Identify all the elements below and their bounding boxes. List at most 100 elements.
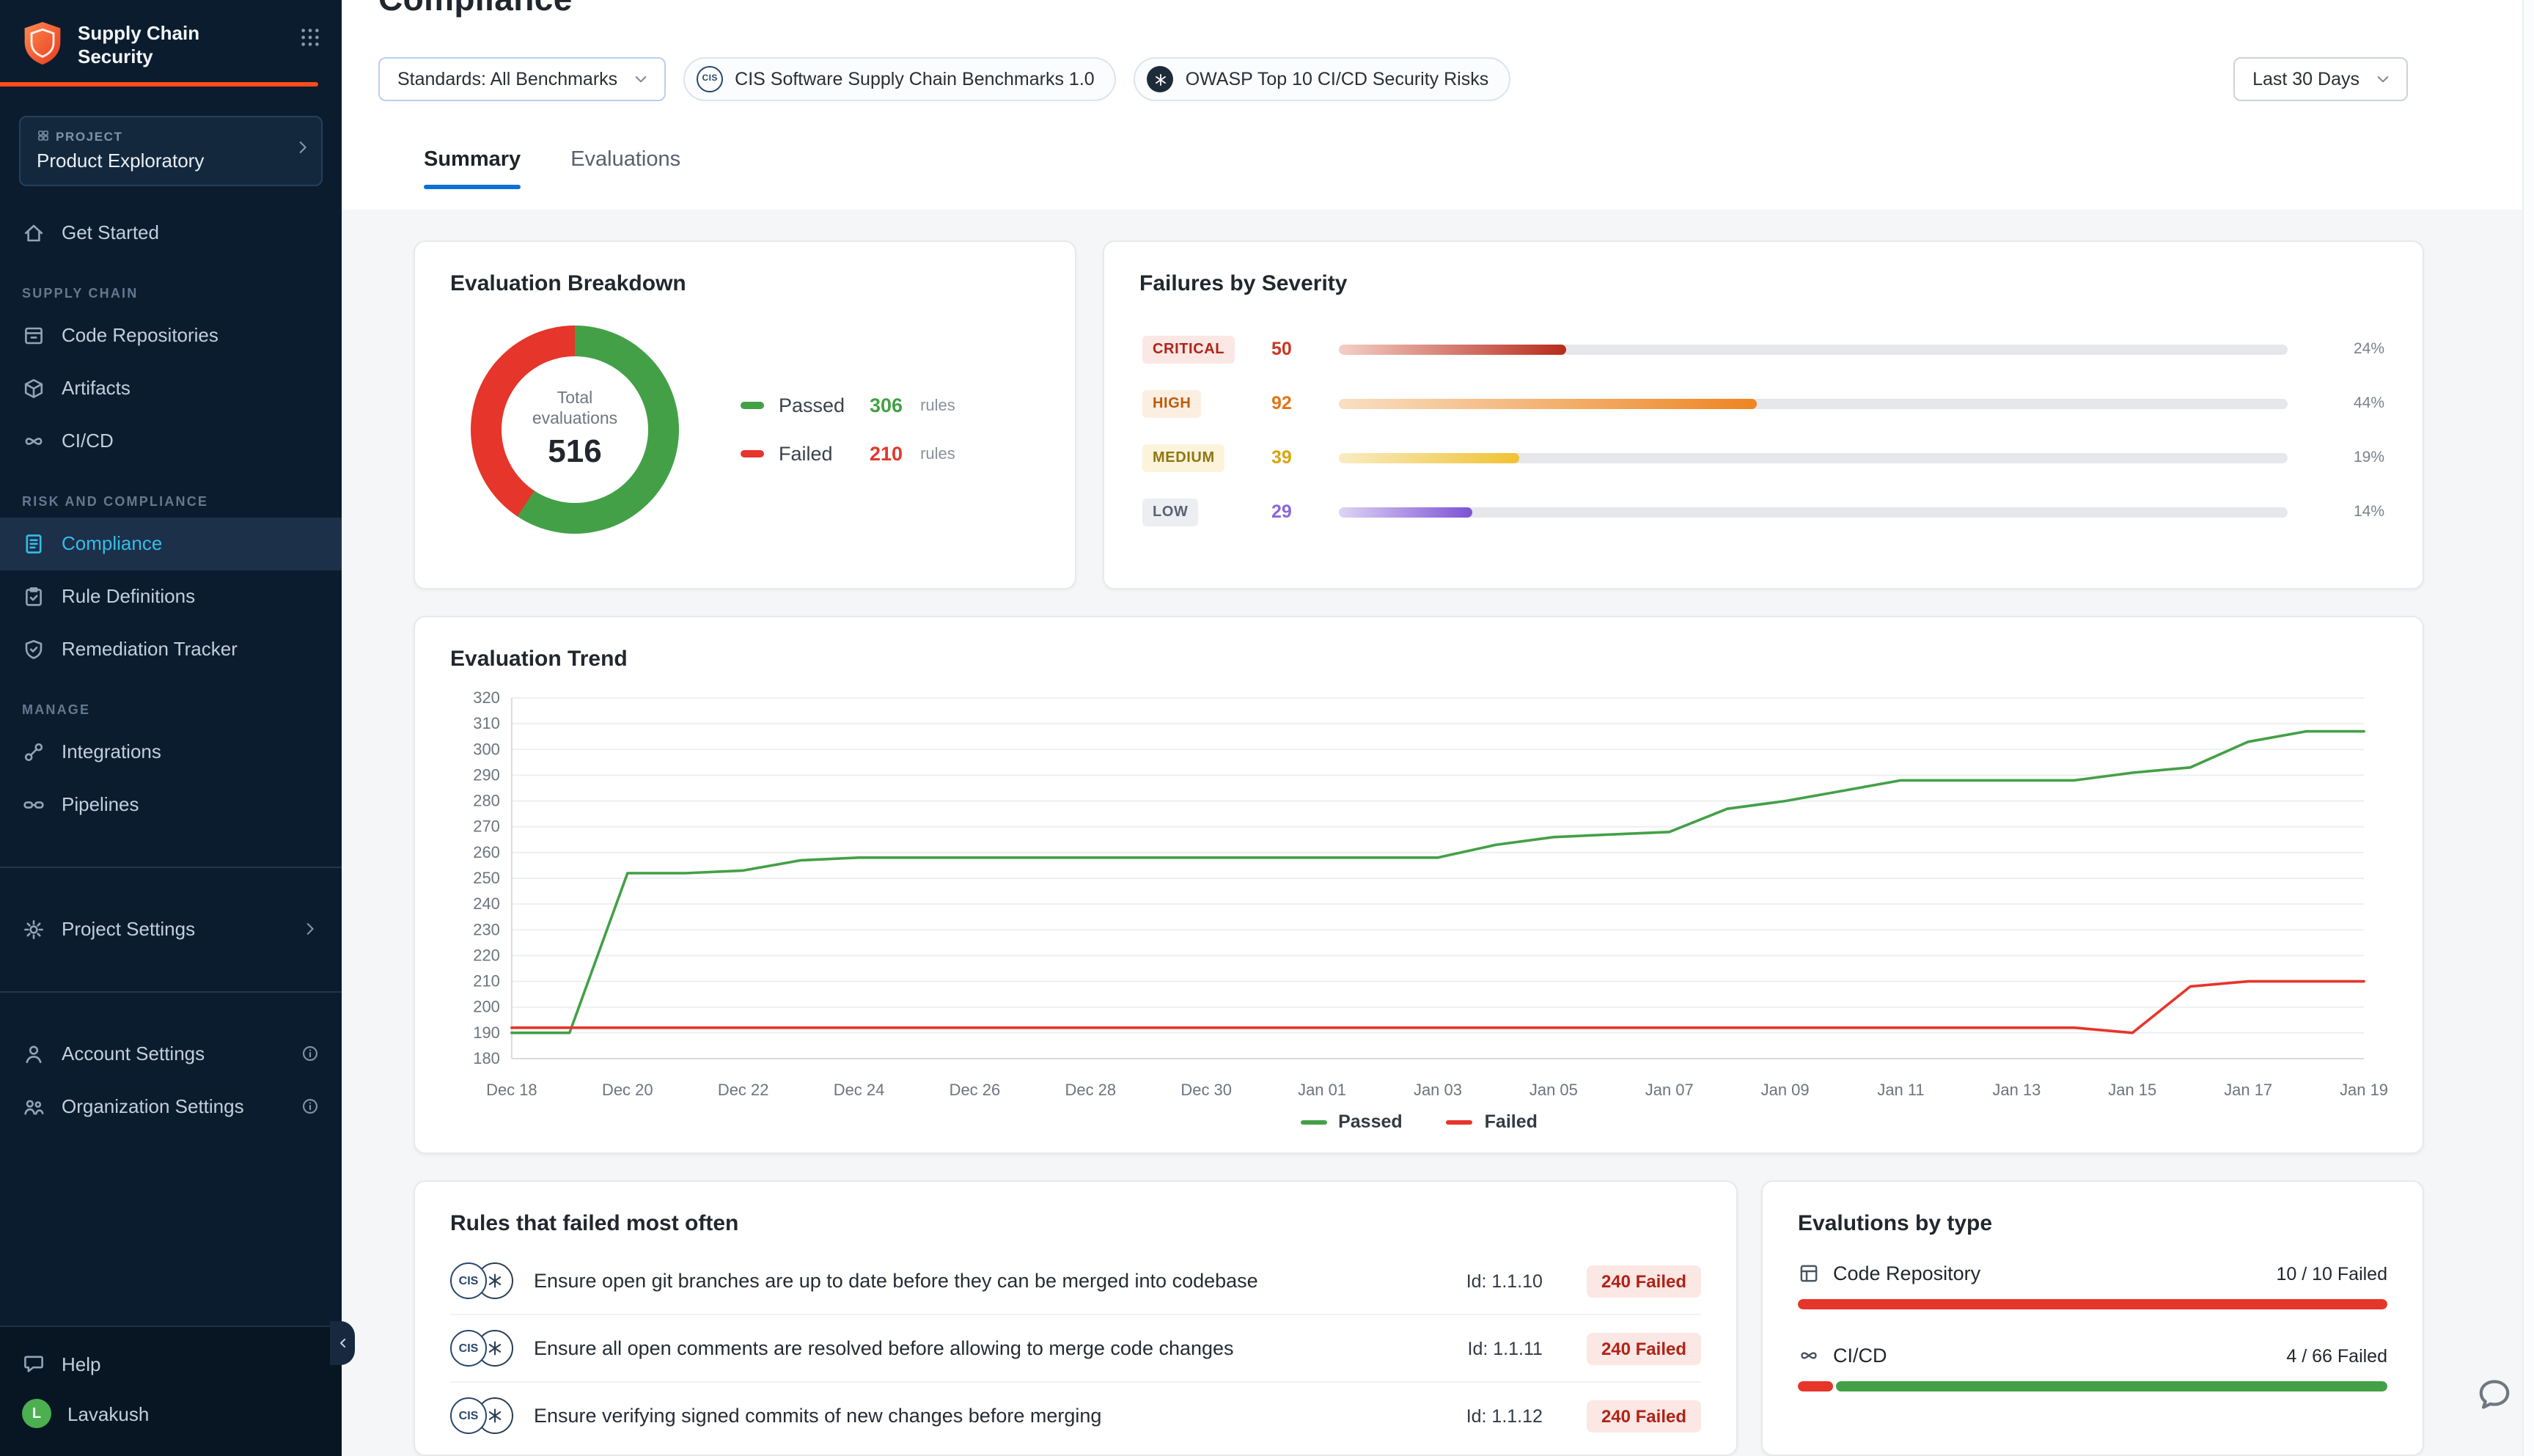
sidebar-item-artifacts[interactable]: Artifacts xyxy=(0,361,342,414)
type-status: 4 / 66 Failed xyxy=(2286,1345,2387,1366)
org-icon xyxy=(22,1095,45,1118)
trend-legend-passed: Passed xyxy=(1300,1111,1403,1132)
svg-text:300: 300 xyxy=(473,740,500,758)
sidebar-item-label: Integrations xyxy=(62,740,320,762)
evaluations-by-type-title: Evalutions by type xyxy=(1798,1211,2387,1236)
main-area: Compliance Standards: All Benchmarks CIS… xyxy=(342,0,2534,1456)
evaluation-trend-title: Evaluation Trend xyxy=(450,647,2387,672)
evaluation-breakdown-card: Evaluation Breakdown Total evaluations 5… xyxy=(414,240,1076,589)
svg-text:Dec 24: Dec 24 xyxy=(834,1081,885,1099)
svg-text:Dec 30: Dec 30 xyxy=(1180,1081,1232,1099)
repo-icon xyxy=(22,323,45,347)
rule-row[interactable]: CIS Ensure verifying signed commits of ne… xyxy=(450,1383,1701,1449)
legend-item-passed: Passed306rules xyxy=(741,394,955,416)
severity-row-high: HIGH9244% xyxy=(1142,389,2384,418)
severity-bar xyxy=(1339,344,2288,354)
project-label: PROJECT xyxy=(37,128,286,144)
module-switcher-icon[interactable] xyxy=(299,19,321,56)
rule-description: Ensure verifying signed commits of new c… xyxy=(534,1405,1446,1427)
user-menu[interactable]: L Lavakush xyxy=(0,1389,342,1438)
sidebar-item-account-settings[interactable]: Account Settings xyxy=(0,1027,342,1080)
benchmark-chip-cis[interactable]: CIS CIS Software Supply Chain Benchmarks… xyxy=(683,57,1117,101)
sidebar-item-pipelines[interactable]: Pipelines xyxy=(0,778,342,831)
svg-text:Jan 09: Jan 09 xyxy=(1761,1081,1810,1099)
rule-description: Ensure open git branches are up to date … xyxy=(534,1270,1446,1292)
sidebar-nav: Get StartedSUPPLY CHAINCode Repositories… xyxy=(0,197,342,1326)
svg-text:280: 280 xyxy=(473,792,500,810)
date-range-filter[interactable]: Last 30 Days xyxy=(2233,57,2408,101)
app-title: Supply Chain Security xyxy=(78,19,199,68)
sidebar-item-label: CI/CD xyxy=(62,430,320,452)
severity-row-critical: CRITICAL5024% xyxy=(1142,334,2384,364)
tab-summary[interactable]: Summary xyxy=(424,148,521,189)
svg-text:Jan 13: Jan 13 xyxy=(1992,1081,2041,1099)
evaluations-by-type-card: Evalutions by type Code Repository10 / 1… xyxy=(1761,1180,2424,1456)
svg-text:270: 270 xyxy=(473,817,500,836)
rules-failed-card: Rules that failed most often CISEnsure o… xyxy=(414,1180,1738,1456)
gear-icon xyxy=(22,917,45,941)
sidebar-item-project-settings[interactable]: Project Settings xyxy=(0,902,342,955)
sidebar-divider xyxy=(0,866,342,867)
breakdown-legend: Passed306rulesFailed210rules xyxy=(741,394,955,465)
sidebar-collapse-handle[interactable] xyxy=(330,1321,355,1365)
page-title-clip: Compliance xyxy=(342,0,2534,18)
info-icon xyxy=(301,1044,320,1063)
sidebar-item-label: Project Settings xyxy=(62,918,284,940)
sidebar-section-label: RISK AND COMPLIANCE xyxy=(0,467,342,517)
chat-bubble-icon[interactable] xyxy=(2475,1375,2513,1421)
chevron-down-icon xyxy=(632,70,650,88)
page-header: Compliance Standards: All Benchmarks CIS… xyxy=(342,0,2534,210)
severity-badge: HIGH xyxy=(1142,390,1201,418)
rule-failed-badge: 240 Failed xyxy=(1587,1400,1701,1432)
severity-badge: CRITICAL xyxy=(1142,336,1235,364)
benchmark-chip-owasp[interactable]: OWASP Top 10 CI/CD Security Risks xyxy=(1134,57,1511,101)
rule-description: Ensure all open comments are resolved be… xyxy=(534,1337,1447,1359)
svg-text:220: 220 xyxy=(473,946,500,964)
sidebar-item-rule-definitions[interactable]: Rule Definitions xyxy=(0,570,342,622)
sidebar-item-compliance[interactable]: Compliance xyxy=(0,517,342,570)
legend-swatch xyxy=(741,402,764,409)
legend-label: Passed xyxy=(779,394,855,416)
filter-row: Standards: All Benchmarks CIS CIS Softwa… xyxy=(342,18,2534,101)
sidebar-item-remediation-tracker[interactable]: Remediation Tracker xyxy=(0,622,342,675)
svg-text:Dec 22: Dec 22 xyxy=(718,1081,769,1099)
svg-text:250: 250 xyxy=(473,869,500,887)
legend-label: Passed xyxy=(1338,1111,1403,1132)
chevron-down-icon xyxy=(2374,70,2392,88)
rule-standard-icons: CIS xyxy=(450,1397,513,1434)
sidebar-item-code-repositories[interactable]: Code Repositories xyxy=(0,309,342,361)
sidebar-item-help[interactable]: Help xyxy=(0,1339,342,1389)
severity-row-low: LOW2914% xyxy=(1142,497,2384,526)
evaluation-trend-card: Evaluation Trend 18019020021022023024025… xyxy=(414,616,2424,1154)
sidebar-item-get-started[interactable]: Get Started xyxy=(0,206,342,259)
cis-icon: CIS xyxy=(697,66,723,92)
sidebar-section-label: SUPPLY CHAIN xyxy=(0,259,342,309)
sidebar-item-organization-settings[interactable]: Organization Settings xyxy=(0,1080,342,1133)
app-title-line2: Security xyxy=(78,45,199,69)
user-name: Lavakush xyxy=(67,1402,320,1424)
rule-row[interactable]: CISEnsure open git branches are up to da… xyxy=(450,1248,1701,1315)
legend-swatch xyxy=(741,450,764,457)
sidebar-item-ci-cd[interactable]: CI/CD xyxy=(0,414,342,467)
legend-unit: rules xyxy=(920,397,955,414)
date-range-label: Last 30 Days xyxy=(2252,69,2359,89)
rule-row[interactable]: CIS Ensure all open comments are resolved… xyxy=(450,1315,1701,1383)
svg-text:200: 200 xyxy=(473,998,500,1016)
cis-icon: CIS xyxy=(450,1397,487,1434)
evaluation-type-row-code-repository: Code Repository10 / 10 Failed xyxy=(1798,1262,2387,1309)
sidebar-item-integrations[interactable]: Integrations xyxy=(0,725,342,778)
rule-standard-icons: CIS xyxy=(450,1330,513,1367)
severity-bar xyxy=(1339,398,2288,408)
chevron-right-icon xyxy=(293,137,312,163)
standards-filter[interactable]: Standards: All Benchmarks xyxy=(378,57,666,101)
donut-center-label: Total evaluations xyxy=(522,388,628,430)
app-logo-icon xyxy=(21,19,65,67)
tab-evaluations[interactable]: Evaluations xyxy=(570,148,680,189)
svg-text:320: 320 xyxy=(473,688,500,707)
scrollbar[interactable] xyxy=(2522,0,2534,1456)
svg-text:310: 310 xyxy=(473,714,500,732)
sidebar-item-label: Artifacts xyxy=(62,377,320,399)
severity-badge: LOW xyxy=(1142,499,1198,526)
rule-failed-badge: 240 Failed xyxy=(1587,1332,1701,1364)
project-selector[interactable]: PROJECT Product Exploratory xyxy=(19,115,323,185)
